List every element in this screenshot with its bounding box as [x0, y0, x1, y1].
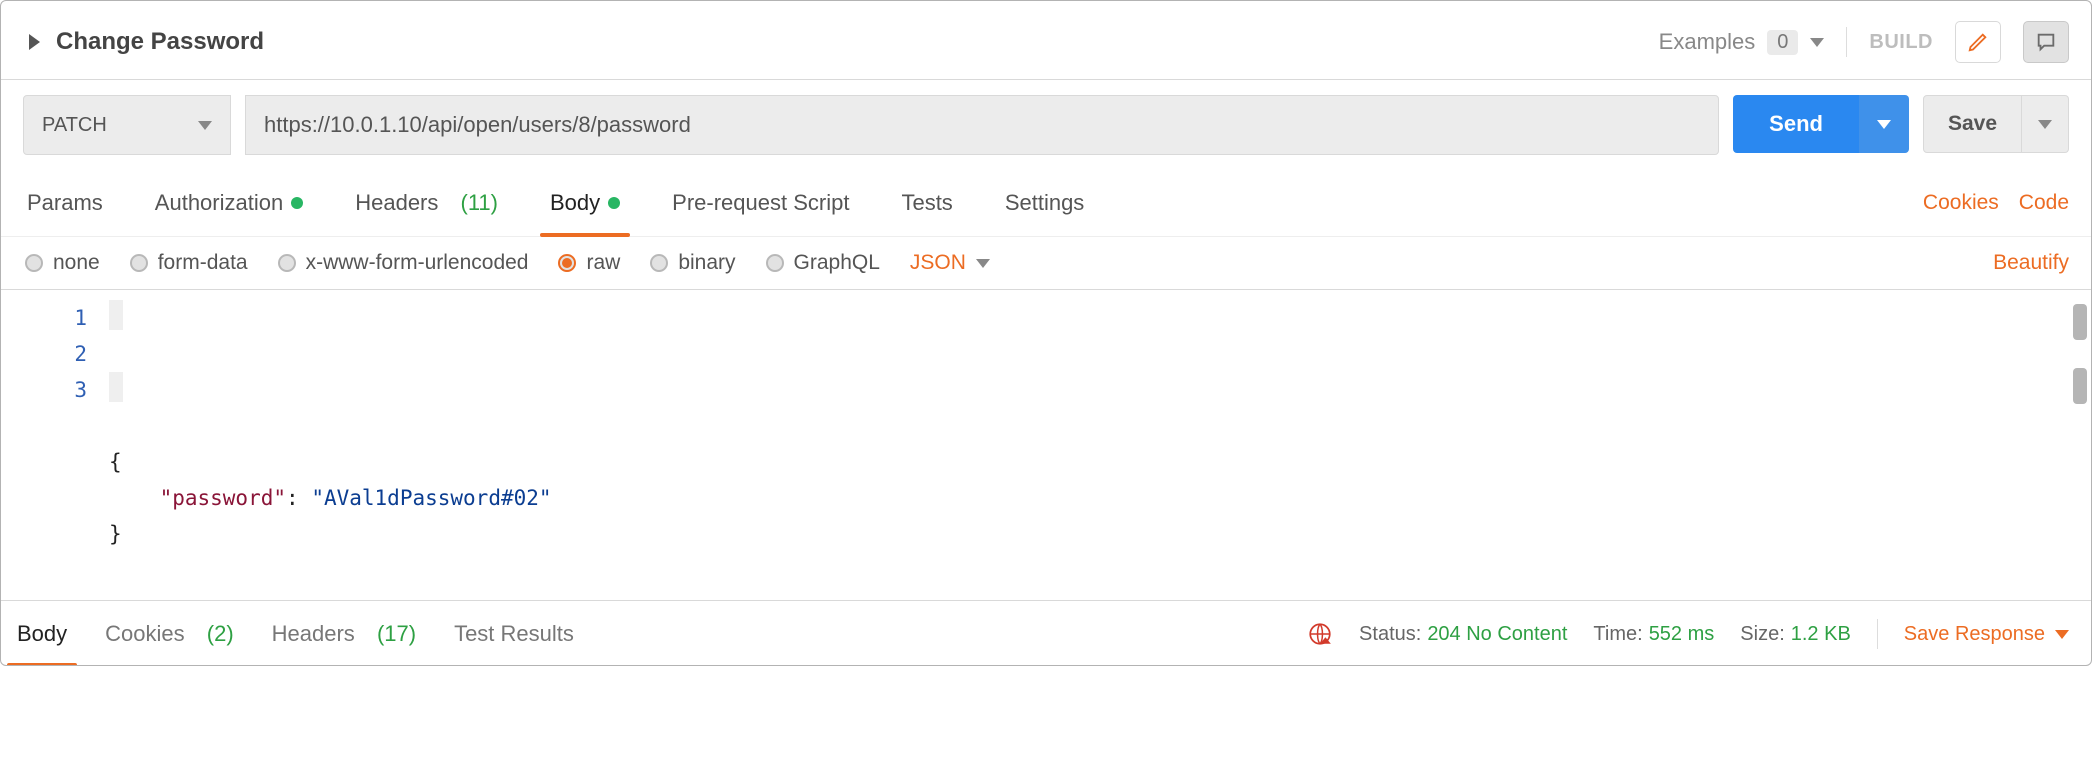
- chevron-down-icon: [1810, 38, 1824, 47]
- save-dropdown[interactable]: [2022, 95, 2069, 153]
- response-meta: Status:204 No Content Time:552 ms Size:1…: [1307, 619, 2069, 649]
- url-value: https://10.0.1.10/api/open/users/8/passw…: [264, 112, 691, 138]
- examples-label: Examples: [1659, 29, 1756, 55]
- request-tabs: Params Authorization Headers (11) Body P…: [1, 170, 2091, 237]
- chevron-down-icon: [2038, 120, 2052, 129]
- tab-params[interactable]: Params: [23, 176, 107, 236]
- build-label[interactable]: BUILD: [1869, 31, 1933, 54]
- scrollbar-thumb[interactable]: [2073, 304, 2087, 340]
- tab-headers[interactable]: Headers (11): [351, 176, 502, 236]
- request-title: Change Password: [56, 28, 264, 56]
- network-globe-icon[interactable]: [1307, 621, 1333, 647]
- header-right: Examples 0 BUILD: [1659, 21, 2069, 63]
- body-type-binary[interactable]: binary: [650, 251, 735, 275]
- chevron-down-icon: [2055, 630, 2069, 639]
- save-button[interactable]: Save: [1923, 95, 2022, 153]
- save-button-group: Save: [1923, 95, 2069, 153]
- beautify-link[interactable]: Beautify: [1993, 251, 2069, 275]
- chevron-down-icon: [1877, 120, 1891, 129]
- line-number: 3: [17, 372, 87, 408]
- code-link[interactable]: Code: [2019, 177, 2069, 235]
- pencil-icon: [1967, 31, 1989, 53]
- line-number: 1: [17, 300, 87, 336]
- body-format-select[interactable]: JSON: [910, 251, 990, 275]
- response-tab-body[interactable]: Body: [11, 609, 73, 659]
- response-tab-headers[interactable]: Headers (17): [266, 609, 422, 659]
- http-method-value: PATCH: [42, 114, 107, 137]
- request-url-bar: PATCH https://10.0.1.10/api/open/users/8…: [1, 80, 2091, 170]
- tab-body[interactable]: Body: [546, 176, 624, 236]
- comments-button[interactable]: [2023, 21, 2069, 63]
- body-editor[interactable]: 1 2 3 { "password": "AVal1dPassword#02"}: [1, 290, 2091, 600]
- status-info: Status:204 No Content: [1359, 623, 1567, 646]
- url-input[interactable]: https://10.0.1.10/api/open/users/8/passw…: [245, 95, 1719, 155]
- save-response-dropdown[interactable]: Save Response: [1904, 623, 2069, 646]
- http-method-select[interactable]: PATCH: [23, 95, 231, 155]
- status-dot-icon: [291, 197, 303, 209]
- response-tabs: Body Cookies (2) Headers (17) Test Resul…: [11, 609, 580, 659]
- body-type-urlencoded[interactable]: x-www-form-urlencoded: [278, 251, 529, 275]
- examples-dropdown[interactable]: Examples 0: [1659, 29, 1825, 55]
- expand-icon[interactable]: [29, 34, 40, 50]
- body-type-none[interactable]: none: [25, 251, 100, 275]
- response-tab-cookies[interactable]: Cookies (2): [99, 609, 240, 659]
- comment-icon: [2035, 31, 2057, 53]
- tab-authorization[interactable]: Authorization: [151, 176, 307, 236]
- body-type-row: none form-data x-www-form-urlencoded raw…: [1, 237, 2091, 290]
- request-header: Change Password Examples 0 BUILD: [1, 1, 2091, 80]
- postman-request-panel: Change Password Examples 0 BUILD PATCH h…: [0, 0, 2092, 666]
- body-type-form-data[interactable]: form-data: [130, 251, 248, 275]
- cookies-link[interactable]: Cookies: [1923, 177, 1999, 235]
- code-text[interactable]: { "password": "AVal1dPassword#02"}: [109, 300, 2063, 600]
- line-number-gutter: 1 2 3: [17, 300, 99, 590]
- tab-settings[interactable]: Settings: [1001, 176, 1089, 236]
- separator: [1846, 27, 1847, 57]
- line-number: 2: [17, 336, 87, 372]
- chevron-down-icon: [976, 259, 990, 268]
- time-info: Time:552 ms: [1593, 623, 1714, 646]
- status-dot-icon: [608, 197, 620, 209]
- response-tab-test-results[interactable]: Test Results: [448, 609, 580, 659]
- scrollbar-thumb[interactable]: [2073, 368, 2087, 404]
- edit-button[interactable]: [1955, 21, 2001, 63]
- tab-tests[interactable]: Tests: [897, 176, 956, 236]
- body-type-graphql[interactable]: GraphQL: [766, 251, 880, 275]
- response-bar: Body Cookies (2) Headers (17) Test Resul…: [1, 600, 2091, 665]
- examples-count: 0: [1767, 30, 1798, 55]
- chevron-down-icon: [198, 121, 212, 130]
- bracket-highlight: [109, 372, 123, 402]
- header-left: Change Password: [29, 28, 264, 56]
- separator: [1877, 619, 1878, 649]
- size-info: Size:1.2 KB: [1740, 623, 1851, 646]
- tab-pre-request-script[interactable]: Pre-request Script: [668, 176, 853, 236]
- bracket-highlight: [109, 300, 123, 330]
- send-button-group: Send: [1733, 95, 1909, 153]
- body-type-raw[interactable]: raw: [558, 251, 620, 275]
- send-dropdown[interactable]: [1859, 95, 1909, 153]
- send-button[interactable]: Send: [1733, 95, 1859, 153]
